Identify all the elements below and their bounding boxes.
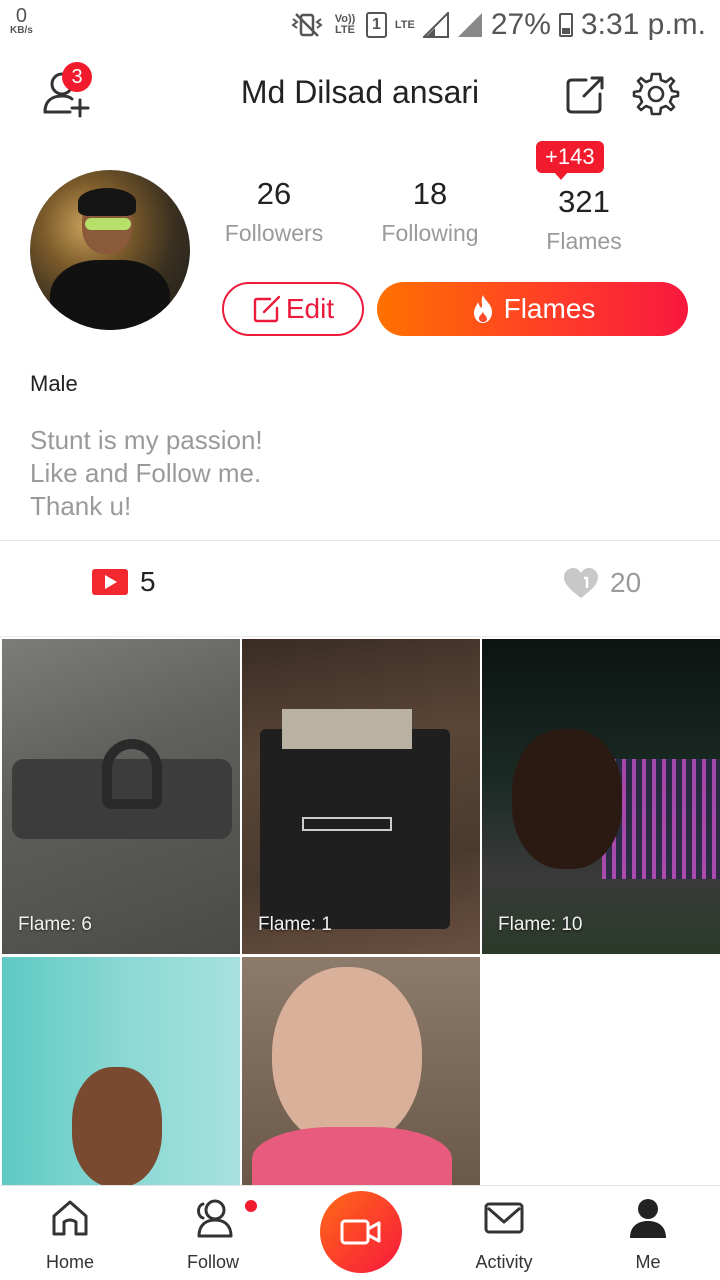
thumbnail-image-detail bbox=[252, 1127, 452, 1185]
divider bbox=[0, 540, 720, 541]
flames-label: Flames bbox=[546, 228, 622, 254]
thumbnail-image-detail bbox=[102, 739, 162, 809]
video-thumbnail[interactable]: Flame: 10 bbox=[482, 639, 720, 954]
following-count: 18 bbox=[412, 176, 448, 211]
video-thumbnail[interactable]: Flame: 1 bbox=[242, 639, 480, 954]
video-camera-icon bbox=[340, 1219, 381, 1245]
following-label: Following bbox=[381, 220, 479, 246]
edit-profile-button[interactable]: Edit bbox=[222, 282, 364, 336]
home-icon bbox=[52, 1200, 88, 1236]
sim-indicator: 1 bbox=[366, 12, 387, 38]
flame-icon bbox=[473, 295, 492, 323]
nav-follow[interactable]: Follow bbox=[153, 1196, 273, 1273]
edit-icon bbox=[253, 295, 281, 323]
thumbnail-image-detail bbox=[282, 709, 412, 749]
video-thumbnail[interactable] bbox=[242, 957, 480, 1185]
flames-button-label: Flames bbox=[503, 293, 596, 324]
edit-label: Edit bbox=[285, 293, 335, 324]
bio-line: Like and Follow me. bbox=[30, 458, 262, 488]
record-video-button[interactable] bbox=[320, 1191, 402, 1273]
lte-indicator: LTE bbox=[394, 18, 415, 31]
volte-indicator: Vo)) LTE bbox=[334, 13, 356, 36]
avatar-body bbox=[50, 260, 170, 330]
page-title: Md Dilsad ansari bbox=[240, 74, 480, 110]
users-icon bbox=[197, 1199, 233, 1238]
avatar-hair bbox=[78, 188, 136, 216]
share-icon bbox=[566, 76, 604, 114]
battery-icon bbox=[558, 13, 573, 37]
thumbnail-image bbox=[512, 729, 622, 869]
flame-count-label: Flame: 6 bbox=[18, 914, 92, 935]
videos-tab[interactable]: 5 bbox=[92, 566, 156, 598]
bio: Stunt is my passion! Like and Follow me.… bbox=[30, 424, 263, 523]
video-icon bbox=[92, 569, 128, 595]
settings-button[interactable] bbox=[632, 70, 680, 118]
person-icon bbox=[630, 1199, 666, 1238]
clock: 3:31 p.m. bbox=[580, 8, 706, 41]
bio-line: Thank u! bbox=[30, 491, 132, 521]
followers-count: 26 bbox=[256, 176, 292, 211]
followers-stat[interactable]: 26 Followers bbox=[214, 176, 334, 247]
video-thumbnail[interactable]: Flame: 6 bbox=[2, 639, 240, 954]
new-activity-dot bbox=[245, 1200, 257, 1212]
vibrate-icon bbox=[290, 12, 324, 38]
nav-follow-label: Follow bbox=[186, 1252, 239, 1272]
nav-me-label: Me bbox=[635, 1252, 661, 1272]
thumbnail-image bbox=[272, 967, 422, 1147]
following-stat[interactable]: 18 Following bbox=[370, 176, 490, 247]
video-count: 5 bbox=[140, 566, 156, 597]
thumbnail-image-logo bbox=[302, 817, 392, 831]
network-speed-value: 0 bbox=[15, 5, 27, 27]
status-bar: 0 KB/s Vo)) LTE 1 LTE 27% 3:31 p.m. bbox=[0, 0, 720, 52]
bio-line: Stunt is my passion! bbox=[30, 425, 263, 455]
network-speed-unit: KB/s bbox=[10, 25, 33, 36]
flame-count-label: Flame: 1 bbox=[258, 914, 332, 935]
signal-icon bbox=[422, 12, 449, 38]
mail-icon bbox=[484, 1202, 524, 1234]
battery-percent: 27% bbox=[490, 8, 551, 41]
flames-delta-badge: +143 bbox=[536, 141, 604, 180]
flame-count-label: Flame: 10 bbox=[498, 914, 583, 935]
nav-home-label: Home bbox=[45, 1252, 94, 1272]
followers-label: Followers bbox=[224, 220, 324, 246]
thumbnail-image bbox=[72, 1067, 162, 1185]
nav-activity[interactable]: Activity bbox=[444, 1196, 564, 1273]
flames-count: 321 bbox=[558, 184, 610, 219]
profile-header: 3 Md Dilsad ansari bbox=[0, 52, 720, 136]
gender-label: Male bbox=[30, 371, 78, 396]
status-icons: Vo)) LTE 1 LTE 27% 3:31 p.m. bbox=[290, 8, 706, 42]
avatar-glasses bbox=[85, 218, 131, 230]
like-count: 20 bbox=[610, 567, 642, 598]
signal-icon-2 bbox=[457, 12, 483, 38]
network-speed: 0 KB/s bbox=[10, 6, 33, 36]
avatar[interactable] bbox=[30, 170, 190, 330]
share-button[interactable] bbox=[562, 72, 608, 118]
nav-activity-label: Activity bbox=[475, 1252, 533, 1272]
heart-icon bbox=[564, 568, 598, 598]
divider bbox=[0, 636, 720, 637]
gear-icon bbox=[632, 72, 680, 116]
likes-tab[interactable]: 20 bbox=[562, 566, 641, 600]
nav-me[interactable]: Me bbox=[588, 1196, 708, 1273]
flames-button[interactable]: Flames bbox=[377, 282, 688, 336]
flames-stat[interactable]: 321 Flames bbox=[524, 184, 644, 255]
video-thumbnail[interactable] bbox=[2, 957, 240, 1185]
nav-home[interactable]: Home bbox=[10, 1196, 130, 1273]
